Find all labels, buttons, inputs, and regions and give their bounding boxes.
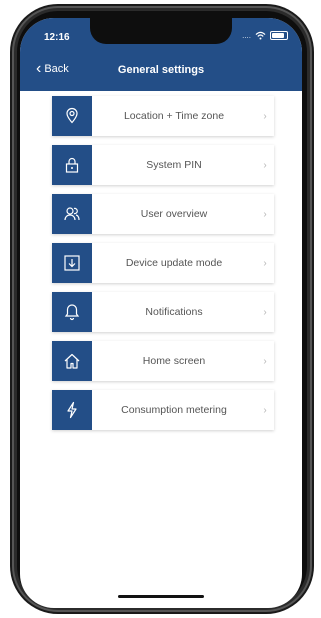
app-screen: 12:16 .... ‹ Back General settings Locat… [20, 18, 302, 608]
settings-item-device-update-mode[interactable]: Device update mode › [52, 243, 274, 283]
settings-item-label: System PIN [146, 159, 202, 171]
signal-icon: .... [242, 31, 251, 40]
settings-item-notifications[interactable]: Notifications › [52, 292, 274, 332]
settings-item-label: Device update mode [125, 257, 223, 269]
chevron-right-icon: › [263, 404, 267, 416]
settings-item-label: Location + Time zone [123, 110, 225, 122]
settings-item-label: Consumption metering [121, 404, 227, 416]
nav-header: 12:16 .... ‹ Back General settings [20, 18, 302, 91]
settings-item-label: User overview [140, 208, 208, 220]
chevron-right-icon: › [263, 110, 267, 122]
page-title: General settings [117, 64, 205, 76]
lightning-icon [52, 390, 92, 430]
device-notch [90, 18, 232, 44]
settings-item-home-screen[interactable]: Home screen › [52, 341, 274, 381]
home-indicator[interactable] [118, 595, 204, 598]
chevron-right-icon: › [263, 257, 267, 269]
chevron-right-icon: › [263, 208, 267, 220]
settings-item-system-pin[interactable]: System PIN › [52, 145, 274, 185]
status-time: 12:16 [44, 32, 70, 43]
chevron-right-icon: › [263, 355, 267, 367]
settings-item-label: Home screen [142, 355, 206, 367]
settings-list: Location + Time zone › System PIN › User… [52, 96, 274, 439]
settings-item-user-overview[interactable]: User overview › [52, 194, 274, 234]
battery-icon [270, 31, 288, 40]
settings-item-location-time-zone[interactable]: Location + Time zone › [52, 96, 274, 136]
chevron-right-icon: › [263, 306, 267, 318]
download-icon [52, 243, 92, 283]
location-pin-icon [52, 96, 92, 136]
settings-item-consumption-metering[interactable]: Consumption metering › [52, 390, 274, 430]
lock-icon [52, 145, 92, 185]
chevron-right-icon: › [263, 159, 267, 171]
home-icon [52, 341, 92, 381]
settings-item-label: Notifications [145, 306, 203, 318]
wifi-icon [255, 31, 266, 40]
users-icon [52, 194, 92, 234]
bell-icon [52, 292, 92, 332]
status-icons: .... [242, 31, 288, 40]
